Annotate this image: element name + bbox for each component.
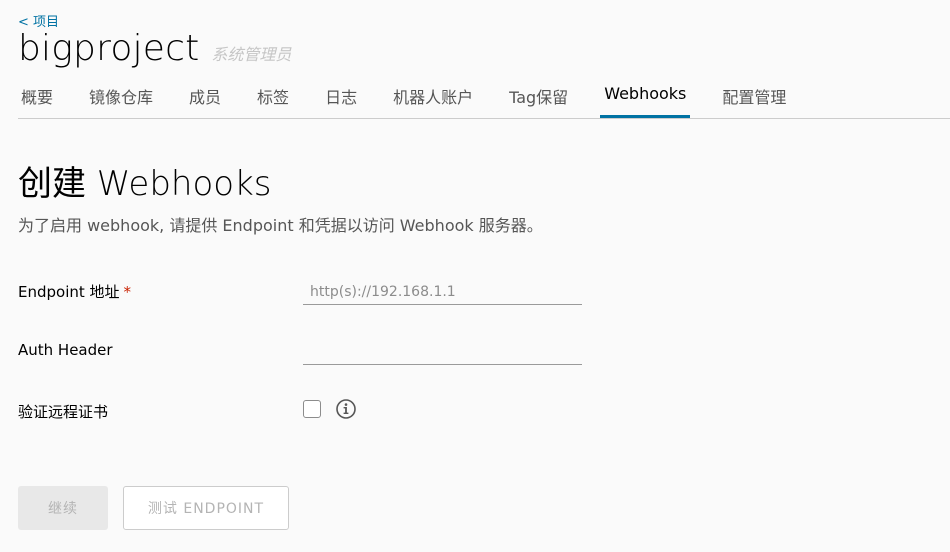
tab-labels[interactable]: 标签 (253, 82, 293, 116)
tab-webhooks[interactable]: Webhooks (600, 82, 691, 118)
user-role: 系统管理员 (211, 45, 292, 64)
section-title: 创建 Webhooks (18, 164, 272, 204)
endpoint-label-text: Endpoint 地址 (18, 283, 120, 301)
project-tabs: 概要 镜像仓库 成员 标签 日志 机器人账户 Tag保留 Webhooks 配置… (18, 82, 950, 119)
tab-tag-retention[interactable]: Tag保留 (505, 82, 572, 116)
auth-header-input[interactable] (303, 339, 582, 365)
verify-cert-label: 验证远程证书 (18, 403, 109, 421)
tab-members[interactable]: 成员 (185, 82, 225, 116)
tab-configuration[interactable]: 配置管理 (718, 82, 790, 116)
section-description: 为了启用 webhook, 请提供 Endpoint 和凭据以访问 Webhoo… (18, 216, 543, 235)
endpoint-input[interactable] (303, 279, 582, 305)
info-circle-icon[interactable] (335, 398, 357, 420)
tab-repositories[interactable]: 镜像仓库 (85, 82, 157, 116)
test-endpoint-button[interactable]: 测试 ENDPOINT (123, 486, 289, 530)
tab-logs[interactable]: 日志 (321, 82, 361, 116)
verify-cert-checkbox[interactable] (303, 400, 321, 418)
auth-header-label: Auth Header (18, 341, 113, 359)
required-marker: * (123, 283, 132, 301)
continue-button[interactable]: 继续 (18, 486, 108, 530)
create-webhook-page: < 项目 bigproject 系统管理员 概要 镜像仓库 成员 标签 日志 机… (0, 0, 950, 552)
tab-robot-accounts[interactable]: 机器人账户 (389, 82, 477, 116)
project-name: bigproject (18, 28, 200, 69)
endpoint-label: Endpoint 地址 * (18, 281, 131, 302)
tab-summary[interactable]: 概要 (18, 82, 57, 116)
page-header: bigproject 系统管理员 (18, 28, 291, 69)
